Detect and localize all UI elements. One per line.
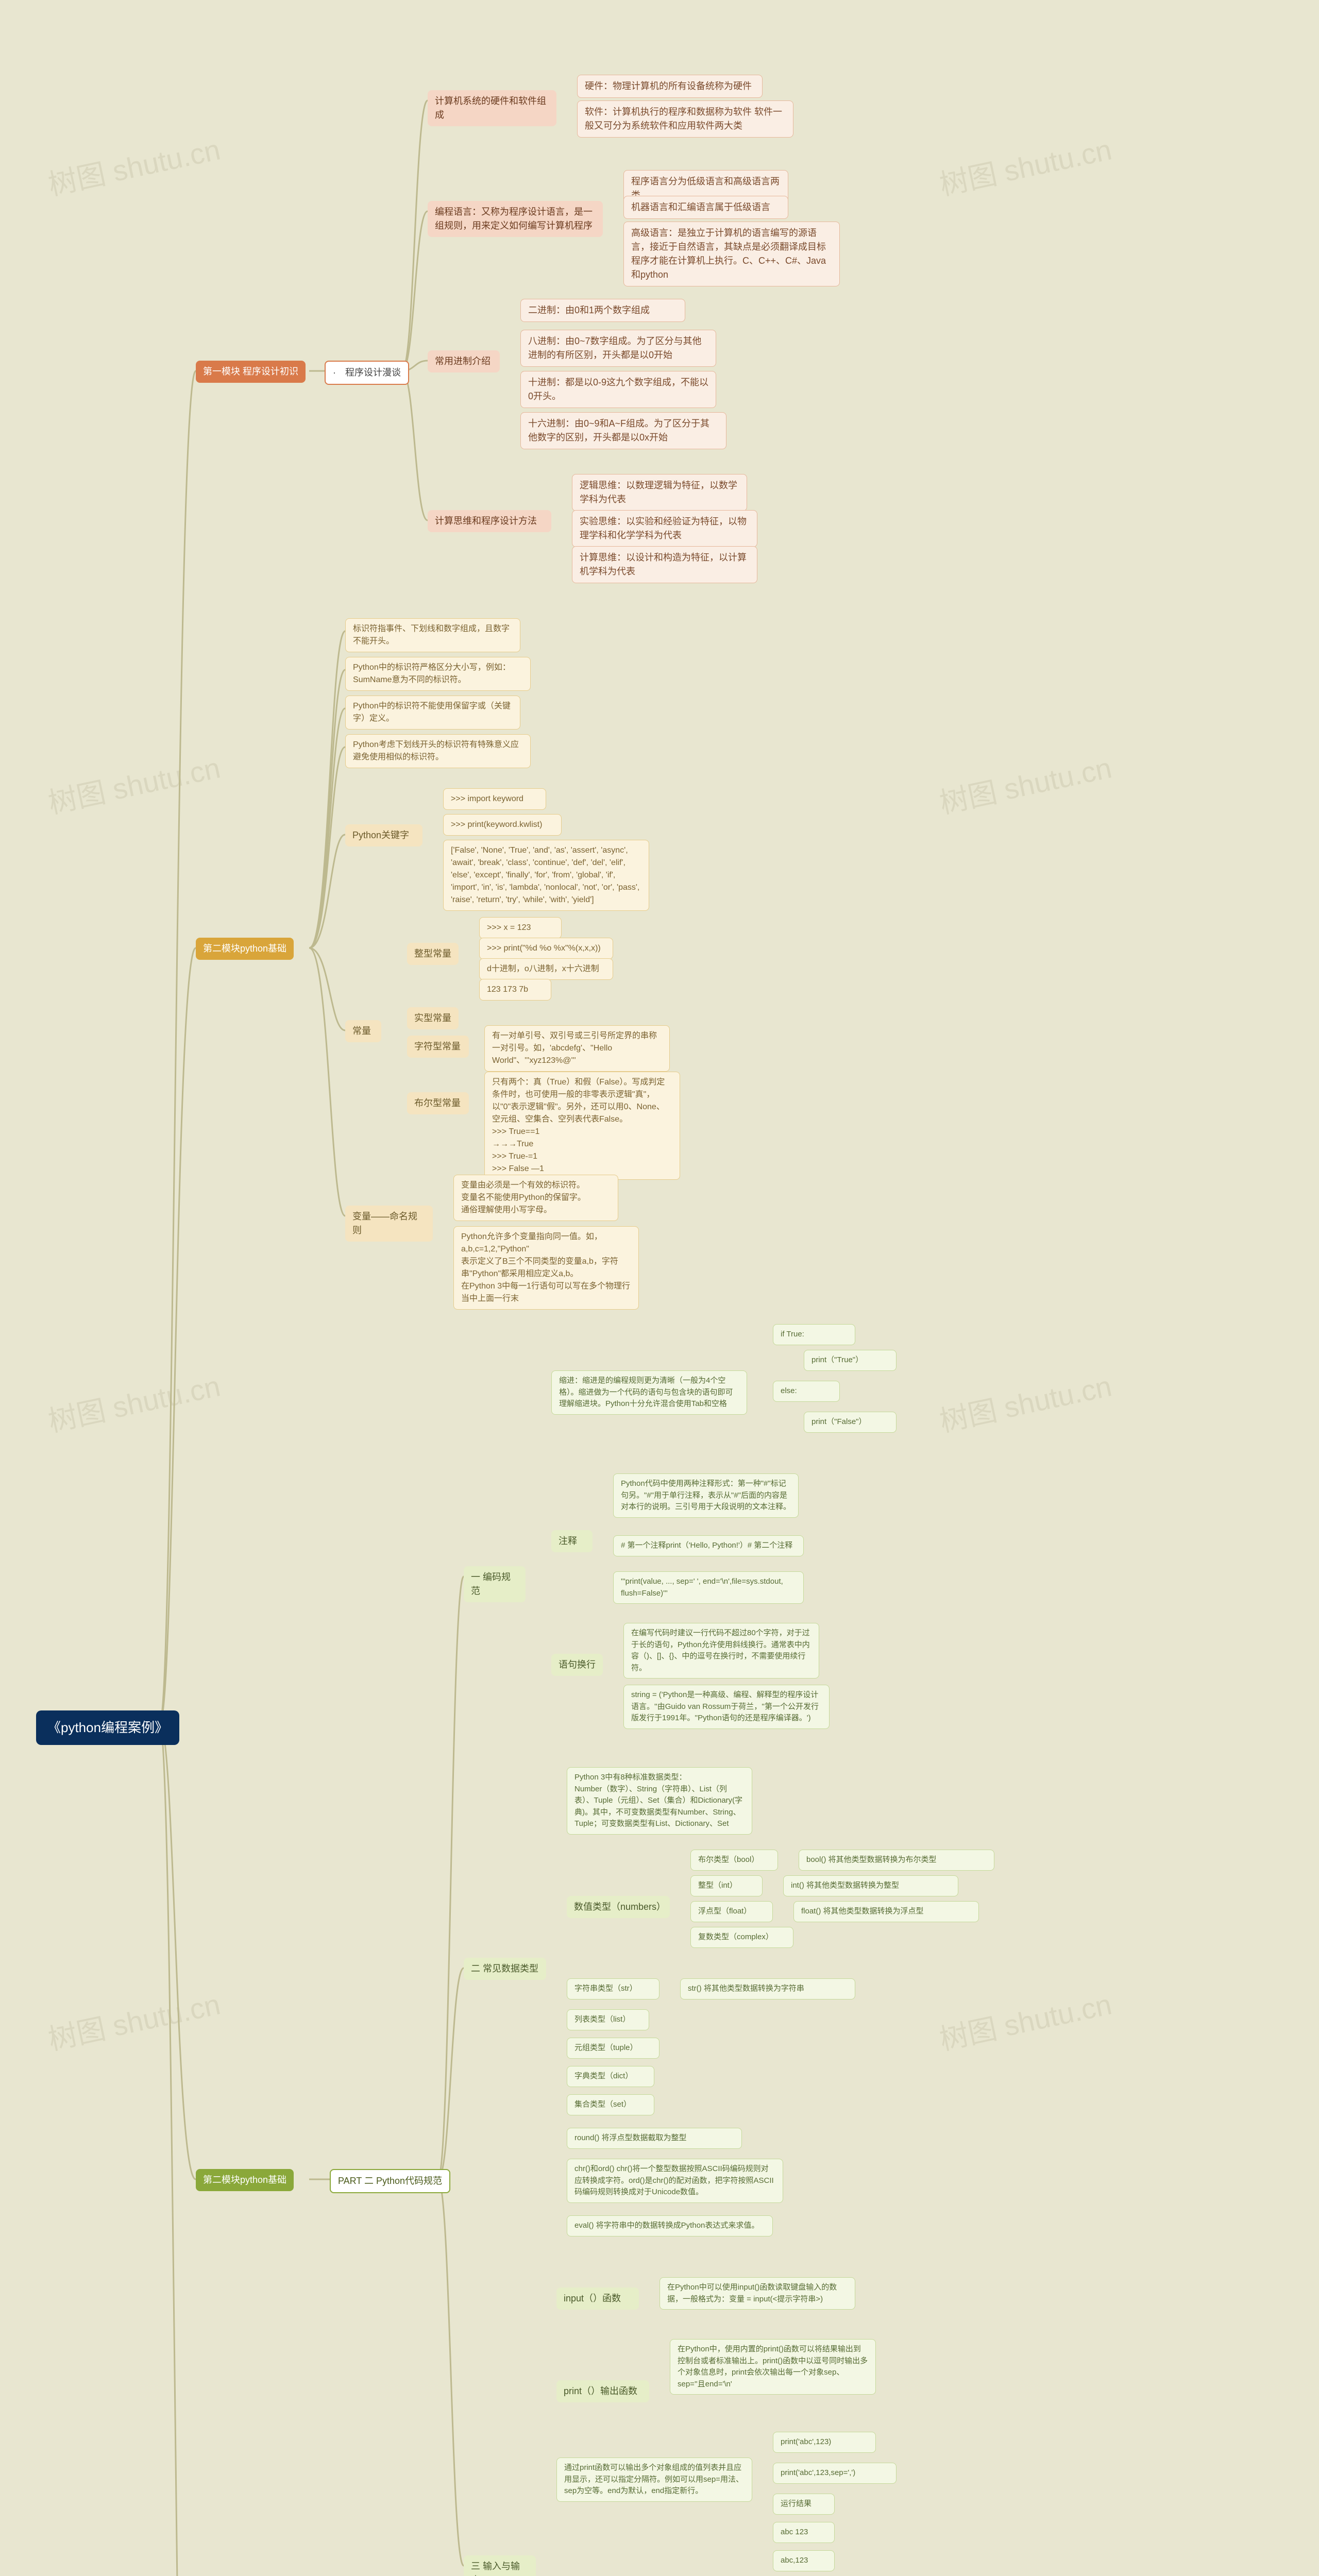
m1-hex: 十六进制：由0~9和A~F组成。为了区分于其他数字的区别，开头都是以0x开始 (520, 412, 726, 449)
watermark: 树图 shutu.cn (44, 127, 224, 204)
m1-radix[interactable]: 常用进制介绍 (428, 350, 500, 372)
m2-var-1: 变量由必须是一个有效的标识符。 变量名不能使用Python的保留字。 通俗理解使… (453, 1175, 618, 1221)
m1-exp: 实验思维：以实验和经验证为特征，以物理学科和化学学科为代表 (572, 510, 757, 547)
m3-s3[interactable]: 三 输入与输出 (464, 2555, 536, 2576)
m2-var-2: Python允许多个变量指向同一值。如，a,b,c=1,2,"Python" 表… (453, 1226, 639, 1310)
m2-int-2: >>> print("%d %o %x"%(x,x,x)) (479, 938, 613, 959)
m1-sw: 软件：计算机执行的程序和数据称为软件 软件一般又可分为系统软件和应用软件两大类 (577, 100, 793, 138)
m3-s2-intro: Python 3中有8种标准数据类型： Number（数字）、String（字符… (567, 1767, 752, 1835)
m3-bool: 布尔类型（bool） (690, 1850, 778, 1871)
m3-str: 字符串类型（str） (567, 1978, 660, 1999)
m3-dict: 字典类型（dict） (567, 2066, 654, 2087)
m2-id-3: Python中的标识符不能使用保留字或（关键字）定义。 (345, 696, 520, 730)
m3-str-f: str() 将其他类型数据转换为字符串 (680, 1978, 855, 1999)
watermark: 树图 shutu.cn (935, 127, 1115, 204)
m2-str-c: 有一对单引号、双引号或三引号所定界的串称一对引号。如，'abcdefg'、"He… (484, 1025, 670, 1072)
m3-sub[interactable]: PART 二 Python代码规范 (330, 2169, 450, 2193)
m2-var[interactable]: 变量——命名规则 (345, 1206, 433, 1242)
watermark: 树图 shutu.cn (44, 1363, 224, 1440)
m3-print-d2: 通过print函数可以输出多个对象组成的值列表并且应用显示，还可以指定分隔符。例… (556, 2458, 752, 2502)
m2-kw-2: >>> print(keyword.kwlist) (443, 814, 562, 836)
watermark: 树图 shutu.cn (935, 745, 1115, 822)
m3-float-f: float() 将其他类型数据转换为浮点型 (793, 1901, 979, 1922)
m3-indent-c1: if True: (773, 1324, 855, 1345)
m3-input-d: 在Python中可以使用input()函数读取键盘输入的数据，一般格式为：变量 … (660, 2277, 855, 2310)
m3-print-c1: print('abc',123) (773, 2432, 876, 2453)
m2-int[interactable]: 整型常量 (407, 943, 459, 965)
m3-print-c3: 运行结果 (773, 2494, 835, 2515)
m1-octal: 八进制：由0~7数字组成。为了区分与其他进制的有所区别，开头都是以0开始 (520, 330, 716, 367)
m3-cont[interactable]: 语句换行 (551, 1654, 603, 1676)
m2-id-4: Python考虑下划线开头的标识符有特殊意义应避免使用相似的标识符。 (345, 734, 531, 768)
m2-kw-1: >>> import keyword (443, 788, 546, 810)
m2-bool-c: 只有两个：真（True）和假（False）。写成判定条件时，也可使用一般的非零表… (484, 1072, 680, 1180)
m3-bool-f: bool() 将其他类型数据转换为布尔类型 (799, 1850, 994, 1871)
m3-round: round() 将浮点型数据截取为整型 (567, 2128, 742, 2149)
m3-float: 浮点型（float） (690, 1901, 773, 1922)
m3-print-c2: print('abc',123,sep=',') (773, 2463, 897, 2484)
watermark: 树图 shutu.cn (935, 1981, 1115, 2059)
m3-num[interactable]: 数值类型（numbers） (567, 1896, 670, 1918)
m2-kw-3: ['False', 'None', 'True', 'and', 'as', '… (443, 840, 649, 911)
m3-comment-1: # 第一个注释print（'Hello, Python!'）# 第二个注释 (613, 1535, 804, 1556)
m3-print-c4: abc 123 (773, 2522, 835, 2543)
m3-chr: chr()和ord() chr()将一个整型数据按照ASCII码编码规则对应转换… (567, 2159, 783, 2203)
m1-decimal: 十进制：都是以0-9这九个数字组成，不能以0开头。 (520, 371, 716, 408)
m3-list: 列表类型（list） (567, 2009, 649, 2030)
m3-print-c5: abc,123 (773, 2550, 835, 2571)
m3-comment-d: Python代码中使用两种注释形式：第一种"#"标记句另。"#"用于单行注释，表… (613, 1473, 799, 1518)
watermark: 树图 shutu.cn (44, 1981, 224, 2059)
m3-indent-c3: else: (773, 1381, 840, 1402)
m1-sub[interactable]: · 程序设计漫谈 (325, 361, 409, 385)
m1-binary: 二进制：由0和1两个数字组成 (520, 299, 685, 322)
root-node[interactable]: 《python编程案例》 (36, 1710, 179, 1745)
module-3[interactable]: 第二模块python基础 (196, 2169, 294, 2191)
m3-print[interactable]: print（）输出函数 (556, 2380, 649, 2402)
m1-hw: 硬件：物理计算机的所有设备统称为硬件 (577, 75, 763, 98)
module-1[interactable]: 第一模块 程序设计初识 (196, 361, 306, 383)
m2-id-2: Python中的标识符严格区分大小写，例如：SumName意为不同的标识符。 (345, 657, 531, 691)
m1-compute: 计算思维：以设计和构造为特征，以计算机学科为代表 (572, 546, 757, 583)
m3-indent: 缩进：缩进是的编程规则更为清晰（一般为4个空格）。缩进做为一个代码的语句与包含块… (551, 1370, 747, 1415)
m3-indent-c4: print（"False"） (804, 1412, 897, 1433)
m3-comment[interactable]: 注释 (551, 1530, 593, 1552)
m3-cont-d: 在编写代码时建议一行代码不超过80个字符，对于过于长的语句，Python允许使用… (623, 1623, 819, 1679)
m2-kw[interactable]: Python关键字 (345, 824, 422, 846)
m2-real[interactable]: 实型常量 (407, 1007, 459, 1029)
m2-const[interactable]: 常量 (345, 1020, 381, 1042)
m2-bool[interactable]: 布尔型常量 (407, 1092, 469, 1114)
module-2[interactable]: 第二模块python基础 (196, 938, 294, 960)
m1-lang-3: 高级语言：是独立于计算机的语言编写的源语言，接近于自然语言，其缺点是必须翻译成目… (623, 222, 840, 286)
m3-tuple: 元组类型（tuple） (567, 2038, 660, 2059)
m3-set: 集合类型（set） (567, 2094, 654, 2115)
m2-int-4: 123 173 7b (479, 979, 551, 1001)
m3-s1[interactable]: 一 编码规范 (464, 1566, 526, 1602)
m3-complex: 复数类型（complex） (690, 1927, 793, 1948)
m3-int-f: int() 将其他类型数据转换为整型 (783, 1875, 958, 1896)
watermark: 树图 shutu.cn (935, 1363, 1115, 1440)
m2-id-1: 标识符指事件、下划线和数字组成，且数字不能开头。 (345, 618, 520, 652)
m1-lang[interactable]: 编程语言：又称为程序设计语言，是一组规则，用来定义如何编写计算机程序 (428, 201, 603, 237)
m3-int: 整型（int） (690, 1875, 763, 1896)
m2-int-1: >>> x = 123 (479, 917, 562, 939)
m3-cont-c: string = ('Python是一种高级、编程、解释型的程序设计语言。''由… (623, 1685, 830, 1729)
m1-thinking[interactable]: 计算思维和程序设计方法 (428, 510, 551, 532)
m3-s2[interactable]: 二 常见数据类型 (464, 1958, 546, 1980)
m1-hw-sw[interactable]: 计算机系统的硬件和软件组成 (428, 90, 556, 126)
m3-input[interactable]: input（）函数 (556, 2287, 639, 2310)
watermark: 树图 shutu.cn (44, 745, 224, 822)
m3-comment-2: '''print(value, ..., sep=' ', end='\n',f… (613, 1571, 804, 1604)
m3-print-d1: 在Python中，使用内置的print()函数可以将结果输出到控制台或者标准输出… (670, 2339, 876, 2395)
m1-lang-2: 机器语言和汇编语言属于低级语言 (623, 196, 788, 219)
m2-int-3: d十进制，o八进制，x十六进制 (479, 958, 613, 980)
m3-indent-c2: print（"True"） (804, 1350, 897, 1371)
m1-logic: 逻辑思维：以数理逻辑为特征，以数学学科为代表 (572, 474, 747, 511)
m3-eval: eval() 将字符串中的数据转换成Python表达式来求值。 (567, 2215, 773, 2236)
m2-str[interactable]: 字符型常量 (407, 1036, 469, 1058)
